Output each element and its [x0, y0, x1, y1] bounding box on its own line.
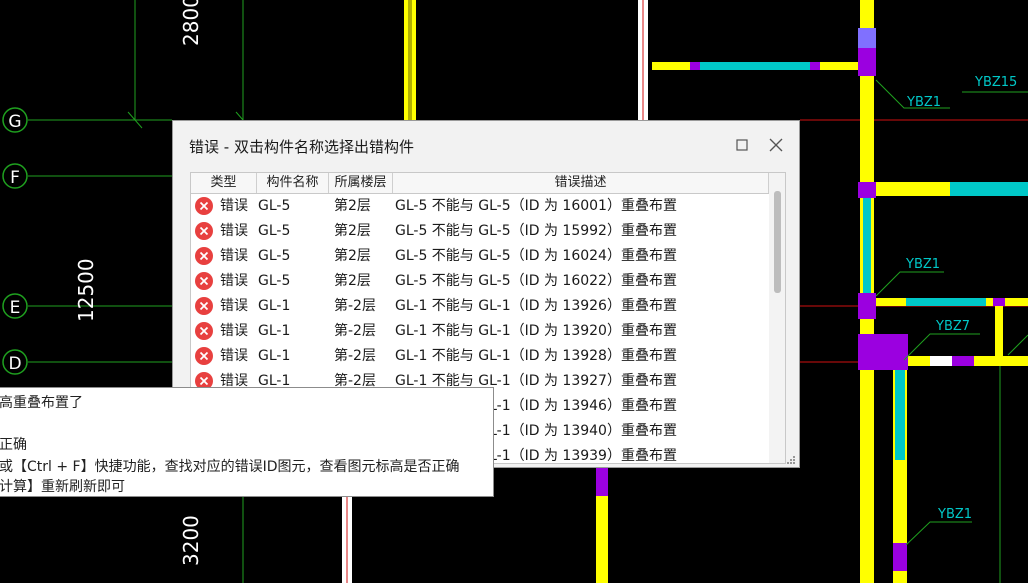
component-tag: YBZ1 — [906, 95, 941, 110]
row-floor: 第-2层 — [334, 323, 376, 339]
row-description: GL-1 不能与 GL-1（ID 为 13920）重叠布置 — [395, 323, 677, 339]
error-icon — [195, 222, 213, 240]
dimension-text: 2800 — [179, 0, 203, 46]
beam-joint — [993, 298, 1005, 306]
row-description: GL-1 不能与 GL-1（ID 为 13928）重叠布置 — [395, 348, 677, 364]
tip-line: 计算】重新刷新即可 — [0, 479, 125, 495]
column-header-name[interactable]: 构件名称 — [257, 173, 329, 193]
row-type: 错误 — [220, 348, 248, 364]
row-type: 错误 — [220, 323, 248, 339]
row-floor: 第2层 — [334, 198, 371, 214]
row-floor: 第2层 — [334, 273, 371, 289]
dimension-text: 3200 — [179, 515, 203, 566]
column-purple — [596, 468, 608, 496]
row-floor: 第-2层 — [334, 348, 376, 364]
column-purple — [858, 28, 876, 48]
column-purple — [858, 334, 908, 370]
error-icon — [195, 322, 213, 340]
row-type: 错误 — [220, 298, 248, 314]
row-description: GL-5 不能与 GL-5（ID 为 16001）重叠布置 — [395, 198, 677, 214]
dialog-title: 错误 - 双击构件名称选择出错构件 — [189, 138, 414, 156]
row-component-name[interactable]: GL-5 — [258, 194, 290, 219]
maximize-button[interactable] — [729, 133, 755, 157]
row-type: 错误 — [220, 198, 248, 214]
beam-cyan — [700, 62, 810, 70]
beam-joint — [952, 356, 974, 366]
beam-white — [930, 356, 952, 366]
beam-cyan — [895, 370, 905, 460]
table-row[interactable]: 错误 GL-5 第2层 GL-5 不能与 GL-5（ID 为 16022）重叠布置 — [191, 269, 769, 294]
table-row[interactable]: 错误 GL-5 第2层 GL-5 不能与 GL-5（ID 为 15992）重叠布置 — [191, 219, 769, 244]
beam-cyan — [906, 298, 986, 306]
vertical-scrollbar[interactable] — [769, 173, 785, 463]
column-header-floor[interactable]: 所属楼层 — [329, 173, 393, 193]
maximize-icon — [736, 139, 748, 151]
beam-cyan — [950, 182, 1028, 196]
column-purple — [858, 293, 876, 319]
axis-label: D — [8, 354, 21, 374]
close-button[interactable] — [763, 133, 789, 157]
row-component-name[interactable]: GL-5 — [258, 219, 290, 244]
component-tag: YBZ1 — [937, 507, 972, 522]
error-icon — [195, 272, 213, 290]
column-purple — [893, 543, 907, 571]
row-description: GL-5 不能与 GL-5（ID 为 16022）重叠布置 — [395, 273, 677, 289]
dialog-title-bar[interactable]: 错误 - 双击构件名称选择出错构件 — [173, 121, 799, 169]
beam-joint — [810, 62, 820, 70]
row-floor: 第2层 — [334, 248, 371, 264]
table-row[interactable]: 错误 GL-1 第-2层 GL-1 不能与 GL-1（ID 为 13920）重叠布置 — [191, 319, 769, 344]
row-description: GL-1 不能与 GL-1（ID 为 13926）重叠布置 — [395, 298, 677, 314]
axis-label: G — [8, 112, 21, 132]
row-component-name[interactable]: GL-1 — [258, 319, 290, 344]
leader-line — [1007, 334, 1028, 356]
row-type: 错误 — [220, 248, 248, 264]
error-list-header: 类型 构件名称 所属楼层 错误描述 — [191, 173, 769, 194]
tip-panel: 高重叠布置了 正确 或【Ctrl + F】快捷功能，查找对应的错误ID图元，查看… — [0, 387, 494, 497]
beam-cyan — [863, 195, 871, 295]
component-tag: YBZ15 — [974, 75, 1017, 90]
tip-line: 高重叠布置了 — [0, 395, 83, 411]
close-icon — [769, 138, 783, 152]
row-floor: 第2层 — [334, 223, 371, 239]
component-tag: YBZ7 — [935, 319, 970, 334]
row-type: 错误 — [220, 273, 248, 289]
tip-line: 或【Ctrl + F】快捷功能，查找对应的错误ID图元，查看图元标高是否正确 — [0, 459, 460, 475]
beam-joint — [690, 62, 700, 70]
wall-core — [408, 0, 412, 120]
table-row[interactable]: 错误 GL-1 第-2层 GL-1 不能与 GL-1（ID 为 13926）重叠布置 — [191, 294, 769, 319]
table-row[interactable]: 错误 GL-5 第2层 GL-5 不能与 GL-5（ID 为 16024）重叠布置 — [191, 244, 769, 269]
error-icon — [195, 247, 213, 265]
column-purple — [858, 182, 876, 198]
tip-line: 正确 — [0, 437, 27, 453]
scrollbar-thumb[interactable] — [774, 191, 781, 293]
column-purple — [858, 48, 876, 76]
axis-label: F — [10, 168, 20, 188]
row-floor: 第-2层 — [334, 298, 376, 314]
row-component-name[interactable]: GL-1 — [258, 294, 290, 319]
component-tag: YBZ1 — [905, 257, 940, 272]
table-row[interactable]: 错误 GL-5 第2层 GL-5 不能与 GL-5（ID 为 16001）重叠布置 — [191, 194, 769, 219]
error-icon — [195, 297, 213, 315]
row-description: GL-5 不能与 GL-5（ID 为 16024）重叠布置 — [395, 248, 677, 264]
row-description: GL-5 不能与 GL-5（ID 为 15992）重叠布置 — [395, 223, 677, 239]
row-component-name[interactable]: GL-5 — [258, 244, 290, 269]
dimension-text: 12500 — [74, 258, 98, 322]
axis-label: E — [10, 298, 21, 318]
row-component-name[interactable]: GL-5 — [258, 269, 290, 294]
row-component-name[interactable]: GL-1 — [258, 344, 290, 369]
row-type: 错误 — [220, 223, 248, 239]
wall-yellow — [995, 298, 1003, 362]
leader-line — [875, 271, 944, 297]
error-icon — [195, 197, 213, 215]
error-icon — [195, 347, 213, 365]
table-row[interactable]: 错误 GL-1 第-2层 GL-1 不能与 GL-1（ID 为 13928）重叠布置 — [191, 344, 769, 369]
column-header-type[interactable]: 类型 — [191, 173, 257, 193]
leader-line — [905, 521, 972, 546]
resize-grip-icon[interactable] — [786, 455, 796, 465]
column-header-desc[interactable]: 错误描述 — [393, 173, 769, 193]
